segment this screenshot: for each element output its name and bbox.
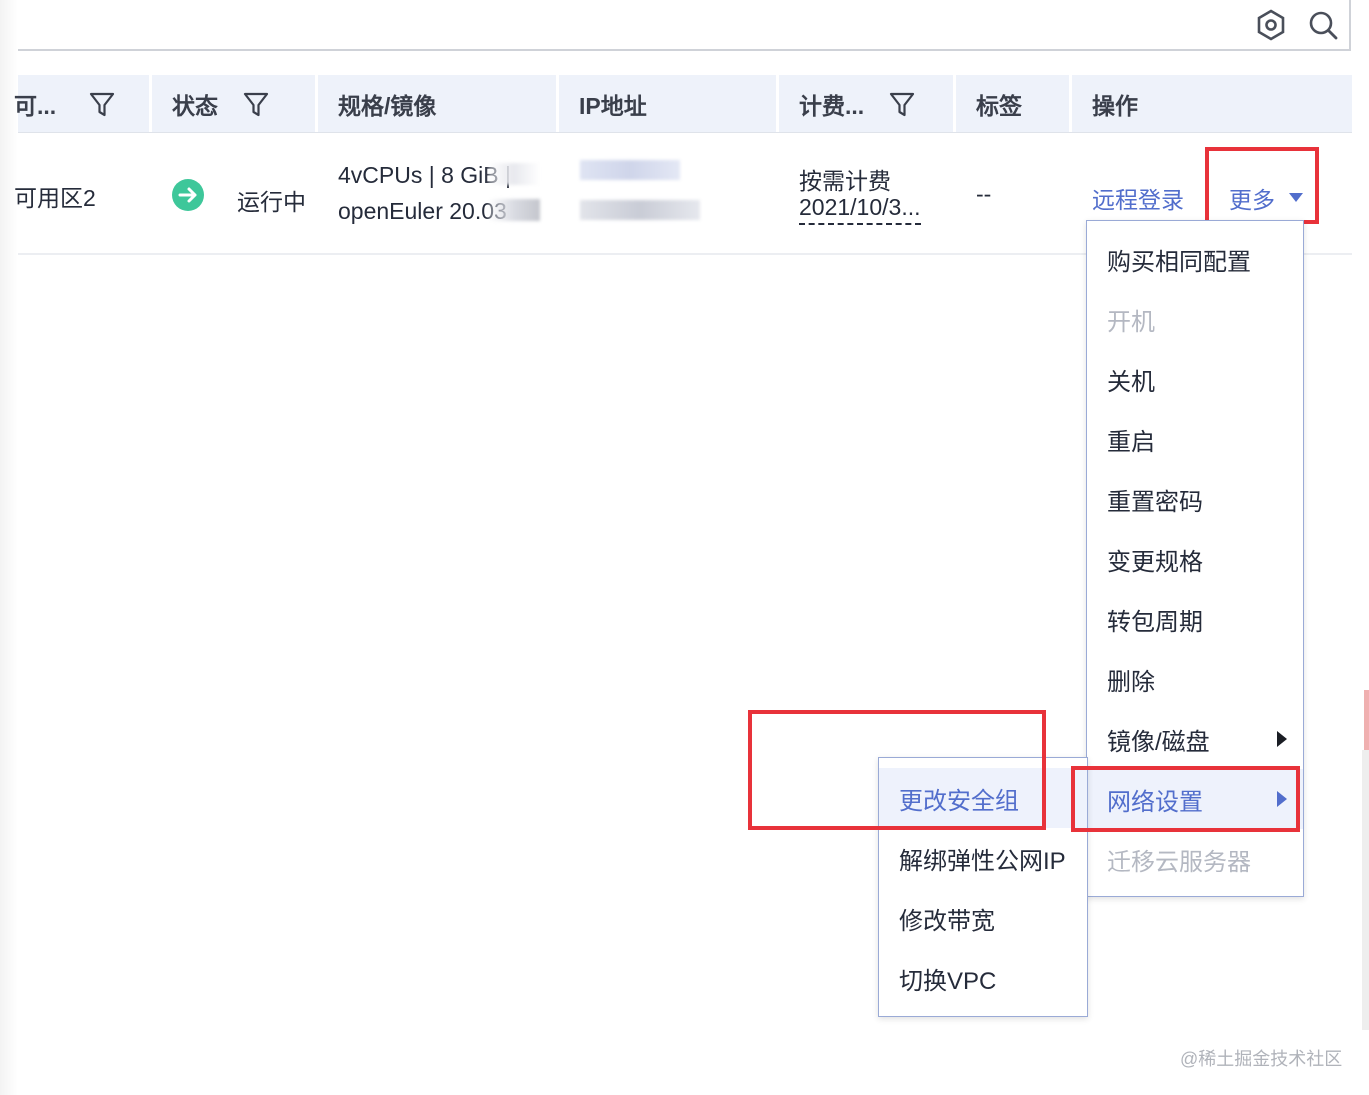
highlight-security-group-box: [748, 710, 1046, 830]
toolbar: [18, 0, 1351, 51]
tags-cell: --: [976, 181, 992, 207]
header-spec: 规格/镜像: [338, 92, 437, 119]
caret-right-icon: [1277, 731, 1287, 747]
header-ip: IP地址: [579, 92, 647, 119]
menu-item-to-subscription[interactable]: 转包周期: [1087, 589, 1303, 649]
running-status-icon: [172, 179, 204, 211]
search-icon[interactable]: [1306, 8, 1340, 42]
table-header: 可... 状态 规格/镜像 IP地址 计费... 标签 操作: [14, 75, 1352, 133]
watermark: @稀土掘金技术社区: [1180, 1049, 1343, 1069]
billing-date[interactable]: 2021/10/3...: [799, 194, 921, 225]
edge-tab: [1364, 690, 1369, 750]
redacted-ip-2: [580, 200, 700, 220]
menu-item-delete[interactable]: 删除: [1087, 649, 1303, 709]
filter-icon[interactable]: [88, 90, 116, 118]
highlight-network-settings-box: [1071, 766, 1300, 832]
menu-item-shutdown[interactable]: 关机: [1087, 349, 1303, 409]
header-zone[interactable]: 可...: [14, 75, 116, 132]
remote-login-link[interactable]: 远程登录: [1092, 181, 1184, 215]
menu-item-start: 开机: [1107, 308, 1155, 336]
spec-line-2: openEuler 20.03: [338, 198, 507, 224]
highlight-more-box: [1205, 147, 1319, 224]
header-actions: 操作: [1092, 92, 1138, 119]
edge-scrollbar: [1362, 750, 1369, 1030]
submenu-item-unbind-eip[interactable]: 解绑弹性公网IP: [879, 828, 1087, 888]
filter-icon[interactable]: [242, 90, 270, 118]
menu-item-change-spec[interactable]: 变更规格: [1087, 529, 1303, 589]
filter-icon[interactable]: [888, 90, 916, 118]
column-divider: [776, 75, 779, 132]
redacted-area: [488, 163, 540, 185]
redacted-ip-1: [580, 160, 680, 180]
status-text: 运行中: [237, 189, 306, 215]
spec-line-1: 4vCPUs | 8 GiB |: [338, 162, 511, 188]
billing-mode: 按需计费: [799, 168, 891, 194]
submenu-item-switch-vpc[interactable]: 切换VPC: [879, 948, 1087, 1008]
header-billing[interactable]: 计费...: [799, 75, 916, 132]
settings-icon[interactable]: [1254, 8, 1288, 42]
column-divider: [1069, 75, 1072, 132]
menu-item-reset-password[interactable]: 重置密码: [1087, 469, 1303, 529]
menu-item-buy-same[interactable]: 购买相同配置: [1087, 229, 1303, 289]
menu-item-restart[interactable]: 重启: [1087, 409, 1303, 469]
left-edge: [0, 0, 18, 1095]
redacted-area: [488, 199, 540, 221]
column-divider: [149, 75, 152, 132]
zone-cell: 可用区2: [14, 185, 96, 211]
menu-item-label: 镜像/磁盘: [1107, 728, 1210, 756]
header-tags: 标签: [976, 92, 1022, 119]
column-divider: [953, 75, 956, 132]
column-divider: [315, 75, 318, 132]
header-status[interactable]: 状态: [172, 75, 270, 132]
submenu-item-modify-bandwidth[interactable]: 修改带宽: [879, 888, 1087, 948]
menu-item-migrate: 迁移云服务器: [1107, 848, 1251, 876]
column-divider: [556, 75, 559, 132]
menu-item-image-disk[interactable]: 镜像/磁盘: [1087, 709, 1303, 769]
